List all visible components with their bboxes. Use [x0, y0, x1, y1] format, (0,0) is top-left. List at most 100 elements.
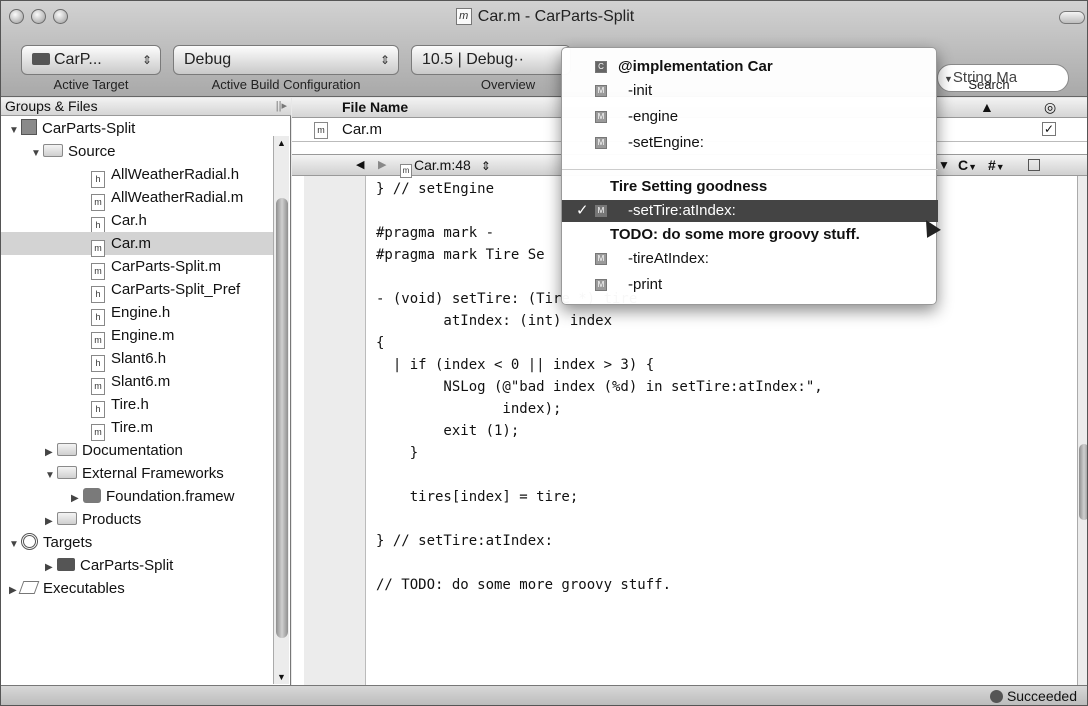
menu-item-label: -print	[628, 276, 663, 293]
sidebar-header[interactable]: Groups & Files ||▸	[1, 98, 291, 116]
editor-scrollbar[interactable]	[1077, 176, 1087, 685]
disclosure-closed-icon[interactable]: ▶	[71, 487, 83, 510]
folder-icon	[57, 443, 77, 456]
tree-item-documentation[interactable]: ▶ Documentation	[45, 439, 183, 462]
column-resize-icon[interactable]: ||▸	[276, 98, 287, 115]
overview-popup[interactable]: 10.5 | Debug··	[411, 45, 571, 75]
target-icon	[57, 558, 75, 571]
m-file-icon: m	[455, 8, 472, 25]
tree-item-file-selected[interactable]: m Car.m	[1, 232, 273, 257]
menu-item-method[interactable]: M -print	[562, 274, 938, 296]
tree-item-targets[interactable]: ▼ Targets	[9, 531, 92, 554]
tree-item-label: CarParts-Split_Pref	[111, 281, 241, 298]
tree-item-file[interactable]: h Engine.h	[91, 301, 170, 326]
method-icon: M	[595, 85, 607, 97]
disclosure-open-icon[interactable]: ▼	[9, 119, 21, 142]
sidebar-scrollbar[interactable]: ▲ ▼	[273, 136, 289, 684]
tree-item-products[interactable]: ▶ Products	[45, 508, 141, 531]
tree-item-project[interactable]: ▼ CarParts-Split	[9, 117, 135, 140]
disclosure-closed-icon[interactable]: ▶	[45, 556, 57, 579]
tree-item-external-frameworks[interactable]: ▼ External Frameworks	[45, 462, 224, 485]
class-icon: C	[595, 61, 607, 73]
targets-icon	[21, 533, 38, 550]
menu-item-label: -init	[628, 82, 653, 99]
dropdown-icon: ▼	[968, 162, 978, 172]
tree-item-file[interactable]: h AllWeatherRadial.h	[91, 163, 239, 188]
tree-item-label: Executables	[43, 580, 125, 597]
tree-item-file[interactable]: h Tire.h	[91, 393, 149, 418]
folder-icon	[57, 512, 77, 525]
back-arrow-icon[interactable]: ◀	[356, 155, 364, 176]
editor-scroll-thumb[interactable]	[1079, 444, 1087, 520]
checkbox-checked-icon[interactable]: ✓	[1042, 122, 1056, 136]
tree-item-label: Car.m	[111, 235, 152, 252]
warning-column-icon[interactable]: ▲	[980, 98, 994, 117]
disclosure-open-icon[interactable]: ▼	[31, 142, 43, 165]
window-title-text: Car.m - CarParts-Split	[477, 8, 635, 25]
tree-item-label: Slant6.m	[111, 373, 171, 390]
tree-item-file[interactable]: m Engine.m	[91, 324, 175, 349]
file-name-column-header[interactable]: File Name	[342, 98, 408, 117]
tree-item-file[interactable]: h Slant6.h	[91, 347, 167, 372]
project-icon	[21, 119, 37, 135]
sidebar-scroll-thumb[interactable]	[276, 198, 288, 638]
tree-item-label: Slant6.h	[111, 350, 167, 367]
disclosure-open-icon[interactable]: ▼	[45, 464, 57, 487]
menu-separator	[562, 169, 938, 170]
menu-item-selected[interactable]: ✓ M -setTire:atIndex:	[562, 200, 938, 222]
tree-item-label: CarParts-Split	[42, 120, 136, 137]
search-label: Search	[968, 77, 1010, 92]
editor-gutter[interactable]	[304, 176, 366, 685]
tree-item-file[interactable]: m CarParts-Split.m	[91, 255, 221, 280]
menu-item-method[interactable]: M -engine	[562, 106, 938, 128]
tree-item-label: Documentation	[82, 442, 183, 459]
tree-item-file[interactable]: m Tire.m	[91, 416, 153, 441]
tree-item-label: CarParts-Split	[80, 557, 174, 574]
tree-item-label: Engine.m	[111, 327, 175, 344]
forward-arrow-icon[interactable]: ▶	[378, 155, 386, 176]
disclosure-closed-icon[interactable]: ▶	[45, 441, 57, 464]
tree-item-label: AllWeatherRadial.m	[111, 189, 244, 206]
tree-item-label: Tire.h	[111, 396, 149, 413]
file-position-popup[interactable]: m Car.m:48 ⇕	[400, 155, 491, 178]
dropdown-icon: ▼	[995, 162, 1005, 172]
bookmarks-menu[interactable]: ▼	[938, 155, 950, 176]
tree-item-label: Source	[68, 143, 116, 160]
overview-value: 10.5 | Debug··	[422, 51, 524, 68]
disclosure-closed-icon[interactable]: ▶	[45, 510, 57, 533]
tree-item-source[interactable]: ▼ Source	[31, 140, 116, 163]
disclosure-open-icon[interactable]: ▼	[9, 533, 21, 556]
includes-menu-label: #	[988, 157, 996, 173]
method-icon: M	[595, 111, 607, 123]
classes-menu[interactable]: C▼	[958, 155, 977, 178]
scroll-up-arrow-icon[interactable]: ▲	[277, 138, 286, 148]
tree-item-label: External Frameworks	[82, 465, 224, 482]
window-title: m Car.m - CarParts-Split	[1, 8, 1087, 26]
popup-arrows-icon: ⇕	[480, 159, 491, 173]
scroll-down-arrow-icon[interactable]: ▼	[277, 672, 286, 682]
file-position-value: Car.m:48	[414, 157, 471, 173]
tree-item-target[interactable]: ▶ CarParts-Split	[45, 554, 173, 577]
target-column-icon[interactable]: ◎	[1044, 98, 1056, 117]
build-configuration-popup[interactable]: Debug ⇕	[173, 45, 399, 75]
tree-item-foundation-framework[interactable]: ▶ Foundation.framew	[71, 485, 234, 508]
tree-item-file[interactable]: m AllWeatherRadial.m	[91, 186, 244, 211]
active-target-popup[interactable]: CarP... ⇕	[21, 45, 161, 75]
sidebar-header-label: Groups & Files	[5, 98, 98, 114]
popup-arrows-icon: ⇕	[141, 53, 152, 67]
tree-item-file[interactable]: m Slant6.m	[91, 370, 171, 395]
split-view-icon[interactable]	[1028, 159, 1040, 171]
project-tree: ▼ CarParts-Split ▼ Source h AllWeatherRadia…	[1, 116, 273, 685]
includes-menu[interactable]: #▼	[988, 155, 1005, 178]
menu-item-method[interactable]: M -tireAtIndex:	[562, 248, 938, 270]
menu-item-implementation[interactable]: C @implementation Car	[562, 56, 938, 78]
tree-item-file[interactable]: h Car.h	[91, 209, 147, 234]
method-icon: M	[595, 137, 607, 149]
menu-item-method[interactable]: M -setEngine:	[562, 132, 938, 154]
menu-item-method[interactable]: M -init	[562, 80, 938, 102]
folder-icon	[57, 466, 77, 479]
tree-item-executables[interactable]: ▶ Executables	[9, 577, 125, 600]
build-configuration-value: Debug	[184, 51, 232, 68]
file-name-cell: Car.m	[342, 121, 383, 138]
tree-item-file[interactable]: h CarParts-Split_Pref	[91, 278, 241, 303]
